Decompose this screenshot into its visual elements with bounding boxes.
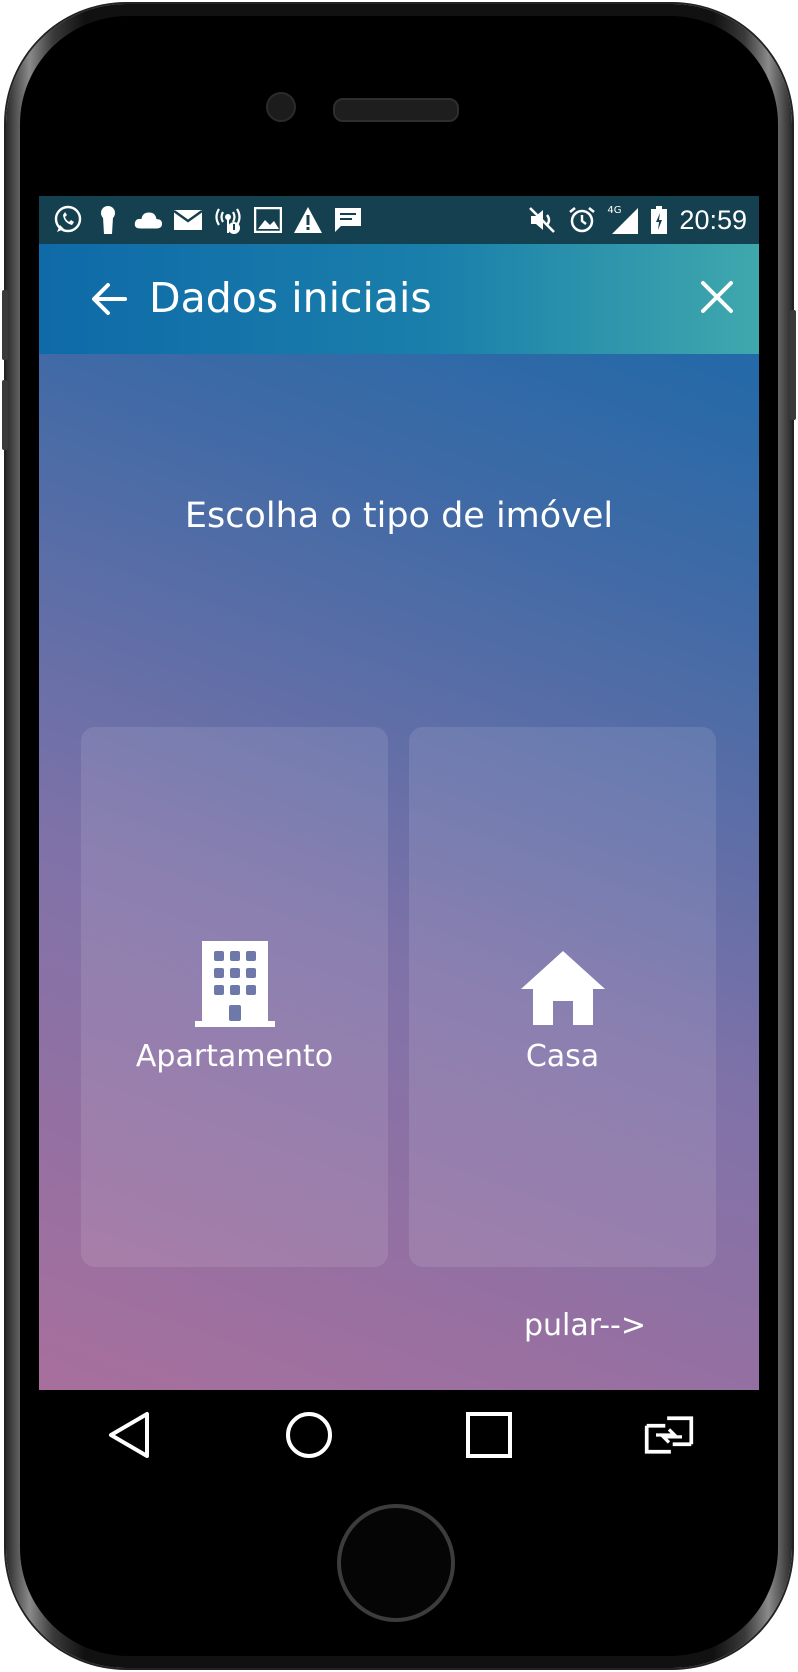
nav-recents-button[interactable] — [463, 1409, 515, 1461]
notification-icons — [39, 205, 363, 235]
home-circle-icon — [286, 1412, 332, 1458]
network-type-label: 4G — [607, 205, 622, 216]
mute-icon — [527, 205, 557, 235]
house-icon — [520, 951, 605, 1025]
status-bar: 4G 20:59 — [39, 196, 759, 244]
nav-back-button[interactable] — [103, 1409, 155, 1461]
volume-down-button — [2, 380, 8, 450]
keyhole-icon — [93, 205, 123, 235]
back-button[interactable] — [89, 278, 131, 320]
app-screen: 4G 20:59 Dados iniciais Escolha o tipo d… — [39, 196, 759, 1390]
mail-icon — [173, 205, 203, 235]
nav-switch-button[interactable] — [643, 1409, 695, 1461]
option-label-casa: Casa — [525, 1039, 600, 1074]
power-button — [790, 310, 796, 420]
signal-4g-icon: 4G — [607, 205, 639, 235]
close-button[interactable] — [697, 277, 737, 317]
clock: 20:59 — [679, 204, 747, 235]
arrow-left-icon — [92, 283, 127, 315]
option-apartamento[interactable]: Apartamento — [81, 727, 388, 1267]
close-icon — [701, 281, 733, 313]
selection-prompt: Escolha o tipo de imóvel — [184, 496, 614, 536]
earpiece-speaker — [333, 98, 459, 122]
message-icon — [333, 205, 363, 235]
option-casa[interactable]: Casa — [409, 727, 716, 1267]
hardware-home-button[interactable] — [337, 1504, 455, 1622]
switch-app-icon — [644, 1416, 694, 1454]
nav-home-button[interactable] — [283, 1409, 335, 1461]
battery-icon — [649, 205, 669, 235]
alarm-icon — [567, 205, 597, 235]
page-title: Dados iniciais — [149, 274, 432, 322]
image-icon — [253, 205, 283, 235]
warning-icon — [293, 205, 323, 235]
android-nav-bar — [39, 1390, 759, 1480]
building-icon — [194, 941, 275, 1027]
option-label-apartamento: Apartamento — [135, 1039, 334, 1074]
system-icons: 4G 20:59 — [527, 205, 759, 236]
front-camera — [266, 92, 296, 122]
whatsapp-icon — [53, 205, 83, 235]
wireless-icon — [213, 205, 243, 235]
back-triangle-icon — [109, 1412, 149, 1458]
volume-up-button — [2, 290, 8, 360]
skip-link[interactable]: pular--> — [524, 1308, 646, 1343]
recents-square-icon — [466, 1412, 512, 1458]
cloud-icon — [133, 205, 163, 235]
app-bar: Dados iniciais — [39, 244, 759, 354]
